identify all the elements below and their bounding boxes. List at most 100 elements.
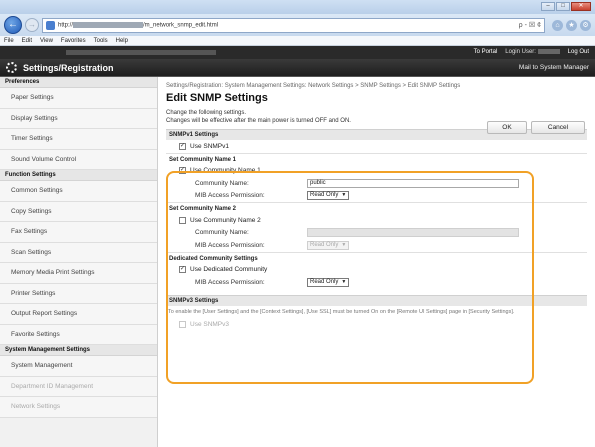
mib-access-2-row: MIB Access Permission: Read Only ▼ [166, 239, 587, 252]
community-name-1-field[interactable]: public [307, 178, 519, 188]
use-dedicated-checkbox[interactable]: ✓ [179, 266, 186, 274]
sidebar-item-department-id[interactable]: Department ID Management [0, 376, 157, 397]
set-community-2-header: Set Community Name 2 [166, 202, 587, 214]
minimize-icon[interactable]: – [541, 2, 555, 11]
use-dedicated-label: Use Dedicated Community [190, 266, 268, 274]
login-user-text: Login User: [505, 49, 536, 56]
close-icon[interactable]: ✕ [571, 2, 591, 11]
use-community-1-checkbox[interactable]: ✓ [179, 167, 186, 175]
url-text: http:// /m_network_snmp_edit.html [58, 21, 516, 29]
login-user-name-redacted [537, 49, 560, 55]
favorites-star-icon[interactable]: ★ [566, 19, 577, 31]
mib-access-2-select[interactable]: Read Only ▼ [307, 240, 350, 250]
ok-button[interactable]: OK [487, 121, 527, 134]
sidebar-section-function: Function Settings [0, 170, 157, 181]
back-icon[interactable]: ← [4, 16, 22, 34]
sidebar-item-scan-settings[interactable]: Scan Settings [0, 242, 157, 263]
sidebar-section-preferences: Preferences [0, 77, 157, 88]
use-snmpv3-checkbox[interactable] [179, 321, 186, 329]
login-user-label: Login User: [505, 49, 560, 56]
use-community-2-row: Use Community Name 2 [166, 214, 587, 227]
mib-access-2-label: MIB Access Permission: [195, 241, 265, 249]
community-name-1-label: Community Name: [195, 179, 249, 187]
sidebar-item-fax-settings[interactable]: Fax Settings [0, 222, 157, 243]
mib-access-dedicated-row: MIB Access Permission: Read Only ▼ [166, 276, 587, 289]
address-bar: ← → http:// /m_network_snmp_edit.html ρ -… [0, 14, 595, 36]
sidebar-item-printer-settings[interactable]: Printer Settings [0, 283, 157, 304]
use-community-1-row: ✓ Use Community Name 1 [166, 165, 587, 178]
menu-edit[interactable]: Edit [22, 38, 32, 44]
use-snmpv1-row: ✓ Use SNMPv1 [166, 140, 587, 153]
sidebar-item-sound-volume[interactable]: Sound Volume Control [0, 149, 157, 170]
chevron-down-icon: ▼ [341, 241, 347, 248]
mib-access-dedicated-label: MIB Access Permission: [195, 278, 265, 286]
mib-access-1-value: Read Only [310, 192, 339, 199]
mail-system-manager-link[interactable]: Mail to System Manager [519, 64, 589, 71]
use-snmpv1-checkbox[interactable]: ✓ [179, 142, 186, 150]
maximize-icon[interactable]: □ [556, 2, 570, 11]
sidebar-item-paper-settings[interactable]: Paper Settings [0, 88, 157, 109]
url-prefix: http:// [58, 22, 74, 29]
forward-icon[interactable]: → [25, 18, 39, 32]
sidebar-item-network-settings[interactable]: Network Settings [0, 397, 157, 418]
browser-menubar: File Edit View Favorites Tools Help [0, 36, 595, 46]
sidebar-item-common-settings[interactable]: Common Settings [0, 181, 157, 202]
sidebar-item-favorite-settings[interactable]: Favorite Settings [0, 324, 157, 345]
url-tools[interactable]: ρ - ☒ ¢ [519, 21, 541, 29]
set-community-1-header: Set Community Name 1 [166, 152, 587, 165]
browser-titlebar: – □ ✕ [0, 0, 595, 14]
cancel-button[interactable]: Cancel [531, 121, 585, 134]
url-field[interactable]: http:// /m_network_snmp_edit.html ρ - ☒ ¢ [42, 17, 545, 33]
mib-access-dedicated-select[interactable]: Read Only ▼ [307, 277, 350, 287]
menu-file[interactable]: File [4, 38, 14, 44]
page-title: Edit SNMP Settings [166, 92, 268, 104]
sidebar-item-timer-settings[interactable]: Timer Settings [0, 129, 157, 150]
sidebar-item-display-settings[interactable]: Display Settings [0, 108, 157, 129]
use-community-2-checkbox[interactable] [179, 216, 186, 224]
url-host-redacted [73, 21, 144, 28]
dedicated-community-header: Dedicated Community Settings [166, 251, 587, 264]
logout-link[interactable]: Log Out [568, 49, 589, 55]
menu-view[interactable]: View [40, 38, 53, 44]
use-community-1-label: Use Community Name 1 [190, 167, 261, 175]
mib-access-2-value: Read Only [310, 241, 339, 248]
app-title: Settings/Registration [23, 62, 114, 73]
form-buttons: OK Cancel [487, 121, 585, 134]
community-name-2-field[interactable] [307, 228, 519, 238]
sidebar-item-output-report[interactable]: Output Report Settings [0, 304, 157, 325]
sidebar-item-copy-settings[interactable]: Copy Settings [0, 201, 157, 222]
sidebar-section-system-management: System Management Settings [0, 345, 157, 356]
menu-help[interactable]: Help [116, 38, 128, 44]
breadcrumb: Settings/Registration: System Management… [166, 83, 461, 89]
sidebar: Preferences Paper Settings Display Setti… [0, 77, 158, 447]
snmpv3-section-header: SNMPv3 Settings [166, 294, 587, 306]
window-controls: – □ ✕ [541, 2, 591, 11]
use-dedicated-row: ✓ Use Dedicated Community [166, 264, 587, 277]
settings-registration-icon [6, 62, 17, 73]
chevron-down-icon: ▼ [341, 278, 347, 285]
menu-favorites[interactable]: Favorites [61, 38, 86, 44]
page-favicon-icon [46, 20, 55, 30]
mib-access-1-select[interactable]: Read Only ▼ [307, 191, 350, 201]
sidebar-item-system-management[interactable]: System Management [0, 356, 157, 377]
use-snmpv3-row: Use SNMPv3 [166, 319, 587, 332]
use-snmpv3-label: Use SNMPv3 [190, 321, 230, 329]
community-name-2-row: Community Name: [166, 227, 587, 240]
mib-access-1-label: MIB Access Permission: [195, 192, 265, 200]
settings-gear-icon[interactable]: ⚙ [580, 19, 591, 31]
device-topbar: To Portal Login User: Log Out [0, 46, 595, 59]
chevron-down-icon: ▼ [341, 192, 347, 199]
home-icon[interactable]: ⌂ [552, 19, 563, 31]
to-portal-link[interactable]: To Portal [474, 49, 498, 55]
sidebar-item-memory-media-print[interactable]: Memory Media Print Settings [0, 263, 157, 284]
use-snmpv1-label: Use SNMPv1 [190, 142, 230, 150]
device-model-redacted [66, 50, 216, 55]
menu-tools[interactable]: Tools [94, 38, 108, 44]
content-panel: Settings/Registration: System Management… [158, 77, 595, 447]
mib-access-dedicated-value: Read Only [310, 278, 339, 285]
main-area: Preferences Paper Settings Display Setti… [0, 77, 595, 447]
intro-line-1: Change the following settings. [166, 110, 247, 116]
snmpv3-note: To enable the [User Settings] and the [C… [168, 308, 515, 315]
community-name-2-label: Community Name: [195, 229, 249, 237]
community-name-1-row: Community Name: public [166, 177, 587, 190]
